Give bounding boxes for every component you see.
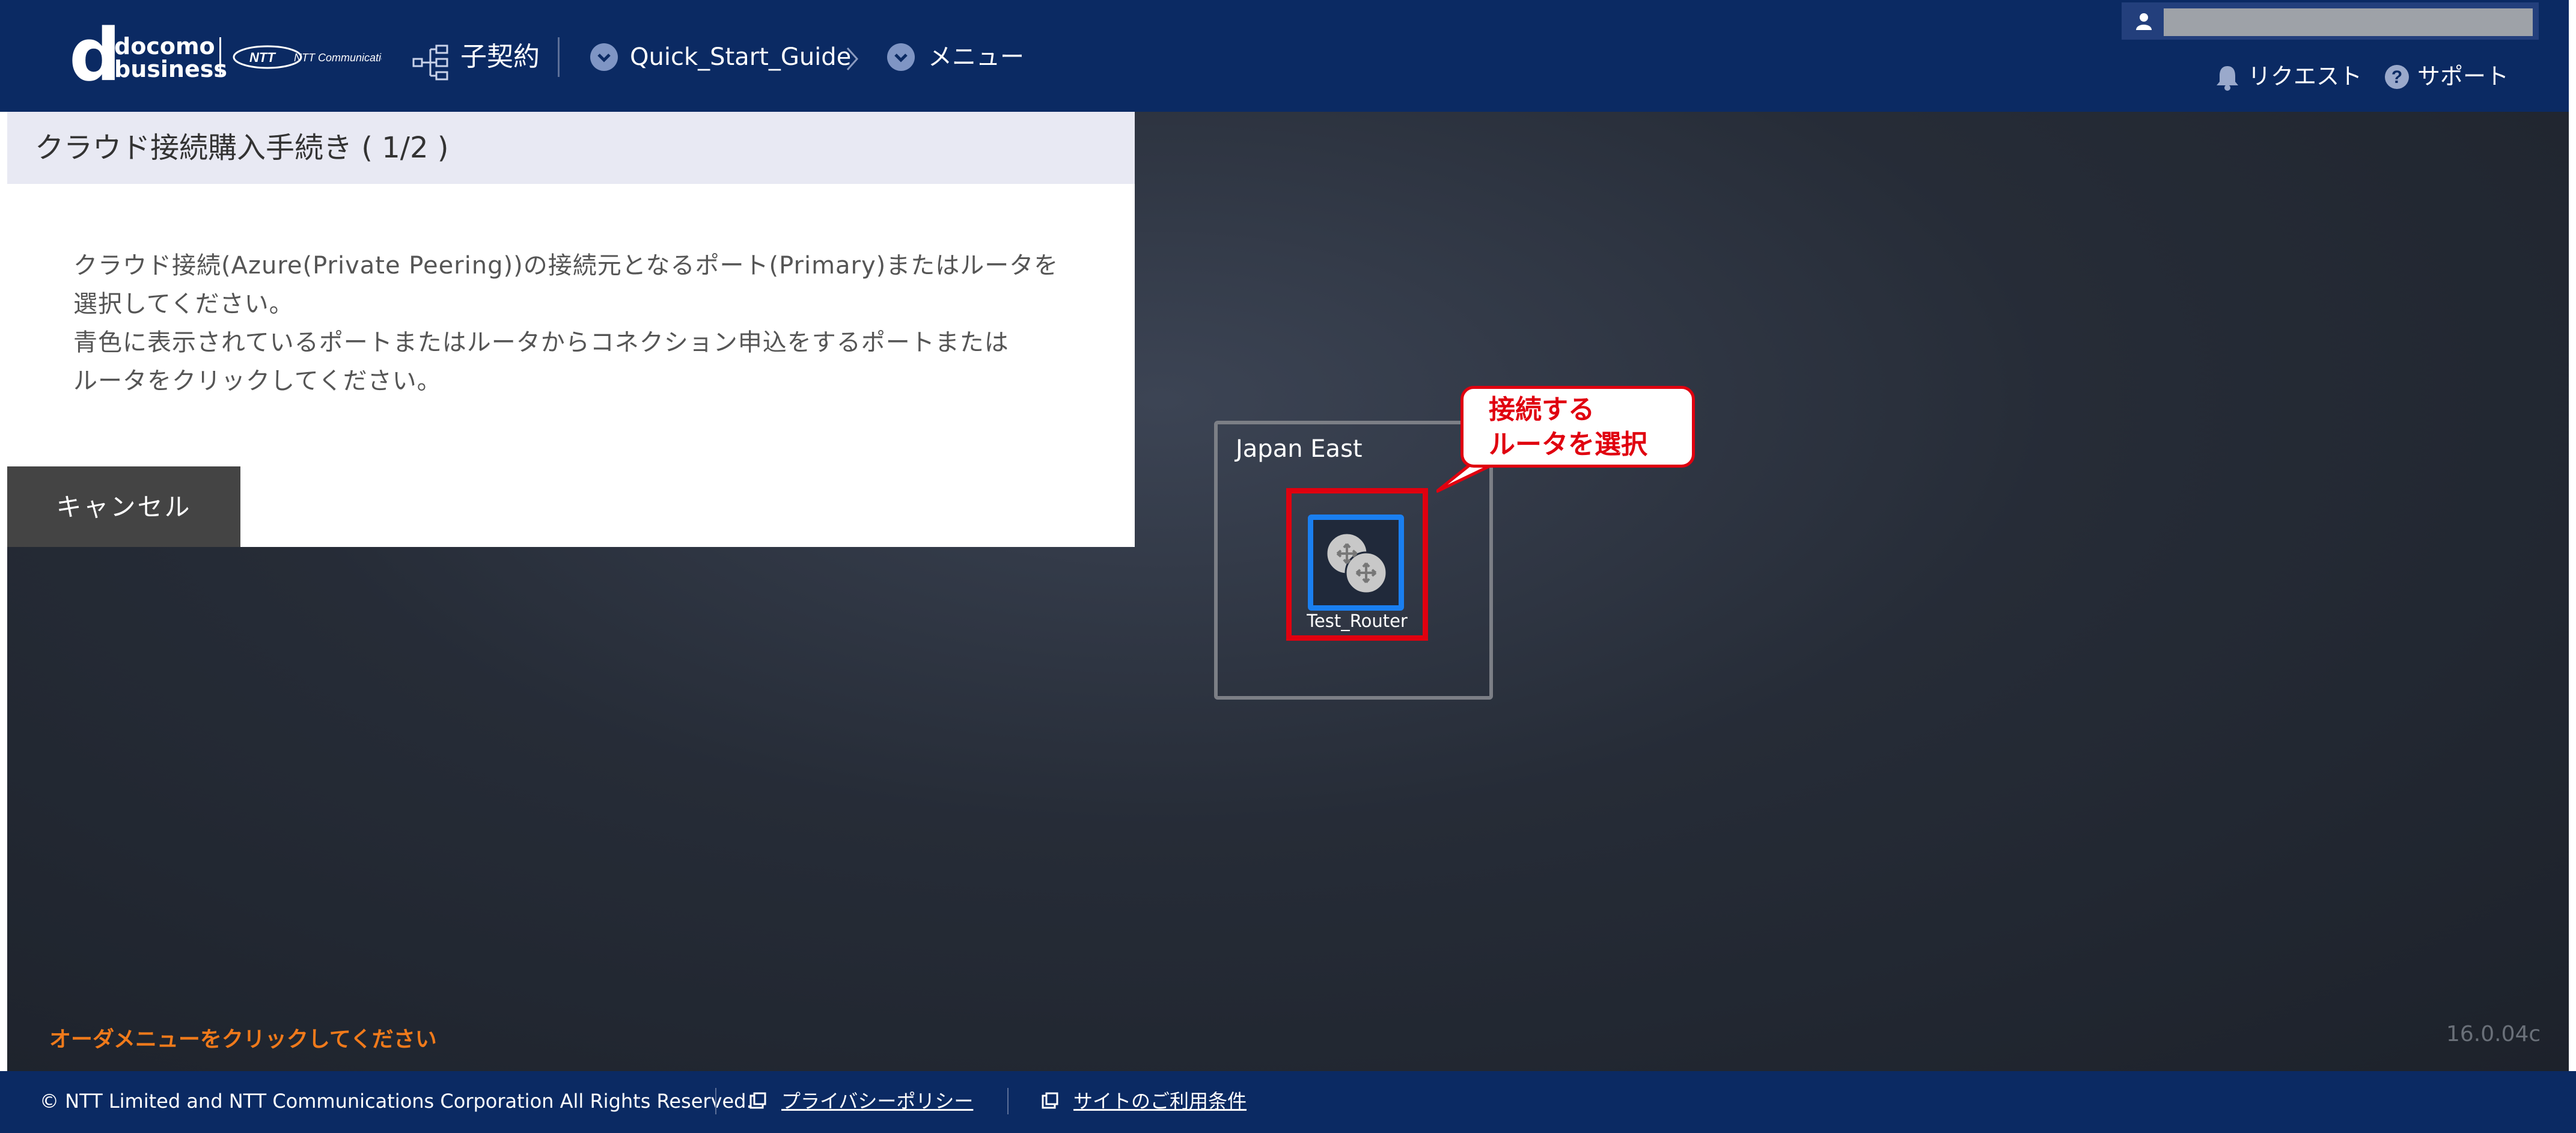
app-frame: d docomo business NTT NTT Communications… bbox=[0, 0, 2576, 1133]
left-border bbox=[0, 112, 7, 1071]
help-icon: ? bbox=[2385, 65, 2409, 89]
request-link[interactable]: リクエスト bbox=[2248, 61, 2362, 91]
chevron-right-icon bbox=[846, 47, 859, 70]
privacy-policy-link[interactable]: プライバシーポリシー bbox=[781, 1089, 973, 1113]
svg-text:NTT: NTT bbox=[249, 50, 276, 65]
ntt-logo-text: NTT Communications bbox=[294, 52, 382, 64]
instruction-line-2: 選択してください。 bbox=[73, 290, 294, 318]
version-label: 16.0.04c bbox=[2446, 1022, 2541, 1046]
user-name-field bbox=[2164, 8, 2533, 36]
terms-of-use-link[interactable]: サイトのご利用条件 bbox=[1073, 1089, 1247, 1113]
docomo-business-logo[interactable]: docomo business bbox=[114, 35, 227, 81]
docomo-logo-icon: d bbox=[69, 14, 121, 97]
logo-sub-text: business bbox=[114, 56, 227, 82]
footer-divider bbox=[715, 1088, 716, 1114]
router-icon bbox=[1325, 532, 1388, 594]
hierarchy-icon bbox=[412, 44, 448, 81]
breadcrumb-quick-start-guide[interactable]: Quick_Start_Guide bbox=[630, 42, 851, 72]
logo-main-text: docomo bbox=[114, 33, 215, 60]
router-node[interactable] bbox=[1308, 515, 1404, 611]
contract-link[interactable]: 子契約 bbox=[460, 42, 540, 72]
chevron-circle-icon[interactable] bbox=[887, 43, 915, 71]
top-header: d docomo business NTT NTT Communications… bbox=[0, 0, 2576, 112]
router-label[interactable]: Test_Router bbox=[1286, 611, 1428, 631]
chevron-circle-icon[interactable] bbox=[590, 43, 618, 71]
user-account-area[interactable] bbox=[2122, 2, 2539, 40]
cancel-button[interactable]: キャンセル bbox=[7, 466, 240, 547]
svg-text:?: ? bbox=[2391, 67, 2402, 87]
copyright-text: © NTT Limited and NTT Communications Cor… bbox=[40, 1090, 752, 1113]
region-label: Japan East bbox=[1236, 435, 1363, 463]
callout-line-1: 接続する bbox=[1489, 394, 1595, 425]
user-icon bbox=[2136, 13, 2152, 30]
instruction-line-1: クラウド接続(Azure(Private Peering))の接続元となるポート… bbox=[73, 252, 1059, 279]
bell-icon bbox=[2217, 66, 2238, 91]
external-link-icon bbox=[749, 1092, 766, 1109]
instruction-line-3: 青色に表示されているポートまたはルータからコネクション申込をするポートまたは bbox=[73, 329, 1009, 356]
header-divider bbox=[558, 37, 560, 77]
right-border bbox=[2569, 0, 2576, 1133]
footer-divider bbox=[1007, 1088, 1009, 1114]
logo-divider bbox=[219, 37, 221, 77]
support-link[interactable]: サポート bbox=[2417, 61, 2509, 91]
callout-bubble: 接続する ルータを選択 bbox=[1460, 386, 1695, 468]
ntt-logo-icon: NTT NTT Communications bbox=[233, 45, 382, 69]
external-link-icon bbox=[1042, 1092, 1058, 1109]
order-menu-message: オーダメニューをクリックしてください bbox=[49, 1027, 437, 1052]
instruction-line-4: ルータをクリックしてください。 bbox=[73, 367, 442, 395]
breadcrumb-menu[interactable]: メニュー bbox=[928, 42, 1024, 72]
callout-line-2: ルータを選択 bbox=[1489, 429, 1647, 460]
footer: © NTT Limited and NTT Communications Cor… bbox=[0, 1071, 2576, 1133]
panel-title: クラウド接続購入手続き ( 1/2 ) bbox=[7, 112, 1135, 184]
